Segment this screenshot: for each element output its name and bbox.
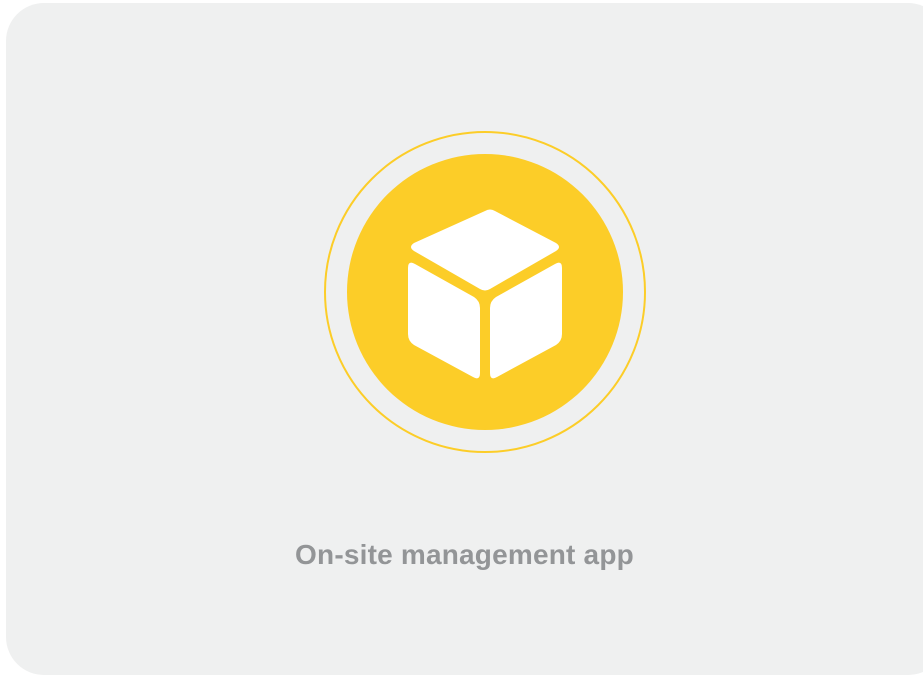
app-tile-card[interactable]: On-site management app [6,3,923,675]
cube-icon [408,209,562,379]
app-title: On-site management app [295,539,634,570]
